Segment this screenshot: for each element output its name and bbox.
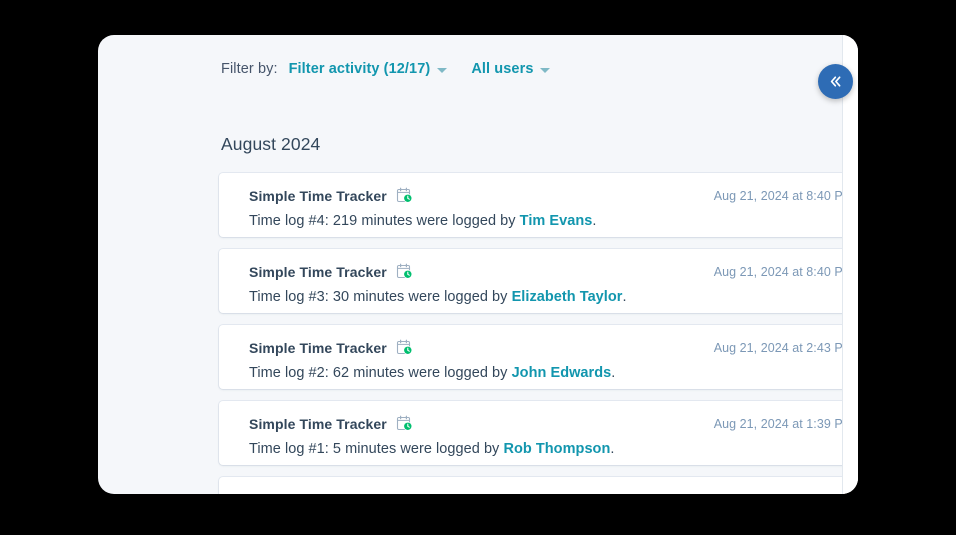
activity-message: Time log #1: 5 minutes were logged by Ro… (249, 441, 614, 457)
activity-app: Simple Time Tracker (249, 339, 413, 356)
activity-message-suffix: . (592, 213, 597, 229)
activity-card-header: Simple Time Tracker (249, 263, 858, 280)
activity-message: Time log #2: 62 minutes were logged by J… (249, 365, 615, 381)
chevron-down-icon (540, 68, 551, 73)
activity-message-suffix: . (622, 289, 627, 305)
activity-message-prefix: Time log #4: 219 minutes were logged by (249, 213, 520, 229)
chevron-down-icon (437, 68, 448, 73)
activity-card[interactable]: Simple Time Tracker (219, 249, 858, 313)
calendar-clock-icon (396, 339, 413, 356)
calendar-clock-icon (396, 187, 413, 204)
activity-timestamp: Aug 21, 2024 at 8:40 PM GMT+2 (713, 188, 858, 203)
activity-message-prefix: Time log #2: 62 minutes were logged by (249, 365, 512, 381)
activity-cards-list: Simple Time Tracker Aug 21, 2024 at 8:40… (219, 173, 858, 494)
activity-card-header: Simple Time Tracker (249, 187, 858, 204)
activity-card-header: Simple Time Tracker (249, 415, 858, 432)
activity-user-link[interactable]: John Edwards (512, 365, 612, 381)
filter-activity-dropdown[interactable]: Filter activity (12/17) (289, 61, 448, 77)
activity-message-suffix: . (611, 365, 616, 381)
activity-app-name: Simple Time Tracker (249, 415, 387, 432)
activity-message-prefix: Time log #3: 30 minutes were logged by (249, 289, 512, 305)
activity-message: Time log #3: 30 minutes were logged by E… (249, 289, 627, 305)
activity-message-suffix: . (610, 441, 615, 457)
activity-feed-panel: Filter by: Filter activity (12/17) All u… (98, 35, 858, 494)
filter-by-label: Filter by: (221, 61, 278, 77)
activity-card[interactable]: Simple Time Tracker (219, 173, 858, 237)
activity-app-name: Simple Time Tracker (249, 339, 387, 356)
activity-app: Simple Time Tracker (249, 263, 413, 280)
filter-bar: Filter by: Filter activity (12/17) All u… (221, 58, 574, 80)
calendar-clock-icon (396, 415, 413, 432)
activity-card-header: Simple Time Tracker (249, 339, 858, 356)
activity-message: Time log #4: 219 minutes were logged by … (249, 213, 596, 229)
activity-user-link[interactable]: Rob Thompson (503, 441, 610, 457)
activity-panel-content: Filter by: Filter activity (12/17) All u… (98, 35, 858, 494)
activity-timestamp: Aug 21, 2024 at 2:43 PM GMT+2 (713, 340, 858, 355)
scroll-gutter[interactable] (843, 35, 858, 494)
calendar-clock-icon (396, 263, 413, 280)
activity-app-name: Simple Time Tracker (249, 263, 387, 280)
activity-card[interactable]: Simple Time Tracker (219, 325, 858, 389)
activity-app: Simple Time Tracker (249, 415, 413, 432)
all-users-dropdown-label: All users (471, 61, 534, 77)
activity-timestamp: Aug 21, 2024 at 1:39 PM GMT+2 (713, 416, 858, 431)
double-chevron-left-icon (827, 73, 844, 90)
activity-user-link[interactable]: Tim Evans (520, 213, 593, 229)
activity-app-name: Simple Time Tracker (249, 187, 387, 204)
collapse-panel-button[interactable] (818, 64, 853, 99)
activity-card[interactable]: Simple Time Tracker (219, 401, 858, 465)
all-users-dropdown[interactable]: All users (471, 61, 551, 77)
activity-app: Simple Time Tracker (249, 187, 413, 204)
activity-card-partial[interactable] (219, 477, 858, 494)
month-heading: August 2024 (221, 134, 321, 154)
activity-user-link[interactable]: Elizabeth Taylor (512, 289, 623, 305)
activity-message-prefix: Time log #1: 5 minutes were logged by (249, 441, 504, 457)
filter-activity-dropdown-label: Filter activity (12/17) (288, 61, 431, 77)
activity-timestamp: Aug 21, 2024 at 8:40 PM GMT+2 (713, 264, 858, 279)
